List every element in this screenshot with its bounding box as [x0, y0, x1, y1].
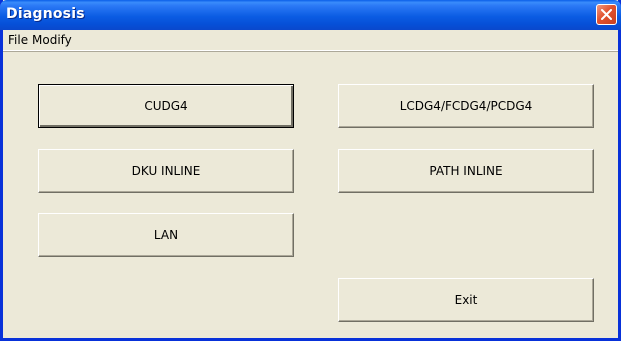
button-panel: CUDG4 LCDG4/FCDG4/PCDG4 DKU INLINE PATH …: [3, 50, 618, 339]
menu-modify[interactable]: Modify: [32, 33, 72, 47]
menu-bar: File Modify: [3, 30, 618, 50]
diagnosis-window: Diagnosis File Modify CUDG4 LCDG4/FCDG4/…: [0, 0, 621, 341]
close-icon: [601, 9, 612, 20]
path-inline-button[interactable]: PATH INLINE: [338, 149, 594, 193]
close-button[interactable]: [596, 4, 617, 25]
menu-file[interactable]: File: [8, 33, 28, 47]
exit-button[interactable]: Exit: [338, 278, 594, 322]
dku-inline-button[interactable]: DKU INLINE: [38, 149, 294, 193]
title-bar[interactable]: Diagnosis: [0, 0, 621, 30]
lcdg4-fcdg4-pcdg4-button[interactable]: LCDG4/FCDG4/PCDG4: [338, 84, 594, 128]
window-title: Diagnosis: [6, 6, 85, 22]
cudg4-button[interactable]: CUDG4: [38, 84, 294, 128]
lan-button[interactable]: LAN: [38, 213, 294, 257]
